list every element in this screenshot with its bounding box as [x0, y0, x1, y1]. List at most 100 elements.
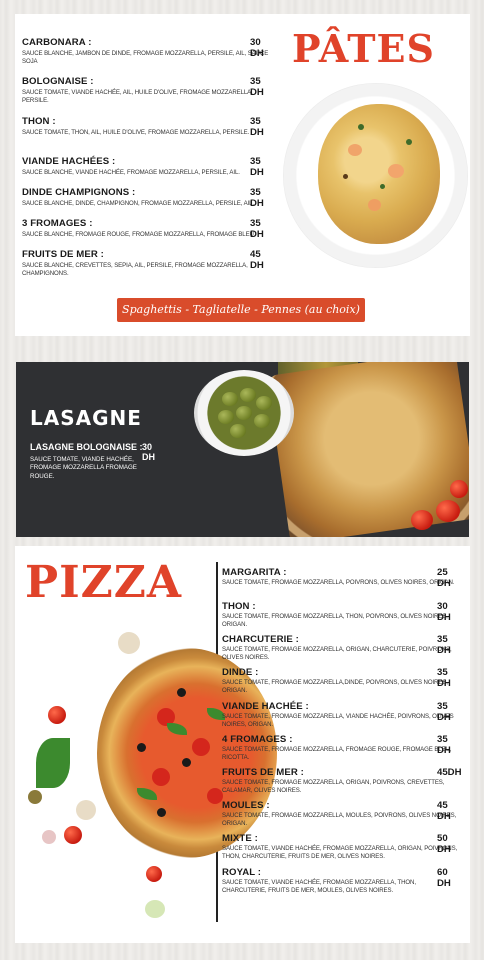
- item-name: THON :: [222, 601, 256, 612]
- item-price: 45DH: [437, 767, 462, 778]
- menu-item: MOULES : 45 DH SAUCE TOMATE, FROMAGE MOZ…: [222, 800, 460, 829]
- item-price: 35 DH: [250, 116, 264, 138]
- garlic-icon: [145, 900, 165, 918]
- item-desc: SAUCE TOMATE, FROMAGE MOZZARELLA, ORIGAN…: [222, 779, 445, 795]
- menu-item: MIXTE : 50 DH SAUCE TOMATE, VIANDE HACHÉ…: [222, 833, 460, 862]
- menu-item: 4 FROMAGES : 35 DH SAUCE TOMATE, FROMAGE…: [222, 734, 460, 763]
- item-desc: SAUCE TOMATE, VIANDE HACHÉE, FROMAGE MOZ…: [222, 845, 458, 861]
- item-price: 45 DH: [437, 800, 451, 822]
- tomato-slice: [192, 738, 210, 756]
- menu-item: THON : 35 DH SAUCE TOMATE, THON, AIL, HU…: [22, 116, 272, 138]
- olive-icon: [254, 414, 270, 428]
- menu-item: THON : 30 DH SAUCE TOMATE, FROMAGE MOZZA…: [222, 601, 460, 630]
- mushroom-icon: [118, 632, 140, 654]
- item-name: DINDE :: [222, 667, 259, 678]
- item-name: VIANDE HACHÉE :: [222, 701, 309, 712]
- menu-item: DINDE : 35 DH SAUCE TOMATE, FROMAGE MOZZ…: [222, 667, 460, 696]
- pasta-dish-image: [318, 104, 440, 244]
- item-desc: SAUCE TOMATE, THON, AIL, HUILE D'OLIVE, …: [22, 129, 250, 136]
- menu-item: FRUITS DE MER : 45DH SAUCE TOMATE, FROMA…: [222, 767, 462, 796]
- herb-piece: [406, 139, 412, 145]
- menu-item: ROYAL : 60 DH SAUCE TOMATE, VIANDE HACHÉ…: [222, 867, 460, 896]
- item-price: 30 DH: [250, 37, 264, 59]
- olive-icon: [256, 396, 272, 410]
- item-name: CARBONARA :: [22, 37, 92, 48]
- tomato-icon: [411, 510, 433, 530]
- item-desc: SAUCE TOMATE, FROMAGE MOZZARELLA, MOULES…: [222, 812, 457, 828]
- olive-icon: [236, 406, 252, 420]
- item-price: 35 DH: [437, 634, 451, 656]
- olive-icon: [240, 388, 256, 402]
- olive-bowl-image: [194, 370, 294, 456]
- olive-icon: [230, 424, 246, 438]
- pasta-choice-banner: Spaghettis - Tagliatelle - Pennes (au ch…: [117, 298, 365, 322]
- item-desc: SAUCE BLANCHE, JAMBON DE DINDE, FROMAGE …: [22, 50, 269, 66]
- menu-item: MARGARITA : 25 DH SAUCE TOMATE, FROMAGE …: [222, 567, 460, 589]
- item-name: 4 FROMAGES :: [222, 734, 293, 745]
- item-price: 35 DH: [437, 734, 451, 756]
- item-desc: SAUCE BLANCHE, DINDE, CHAMPIGNON, FROMAG…: [22, 200, 255, 207]
- menu-item: CHARCUTERIE : 35 DH SAUCE TOMATE, FROMAG…: [222, 634, 460, 663]
- cherry-tomato-icon: [146, 866, 162, 882]
- menu-item: VIANDE HACHÉE : 35 DH SAUCE TOMATE, FROM…: [222, 701, 460, 730]
- olive-icon: [28, 790, 42, 804]
- tomato-slice: [152, 768, 170, 786]
- olive-icon: [137, 743, 146, 752]
- mushroom-icon: [76, 800, 96, 820]
- lasagne-banner: LASAGNE LASAGNE BOLOGNAISE : 30 DH SAUCE…: [16, 362, 469, 537]
- basil-leaf-icon: [36, 738, 70, 788]
- olive-icon: [218, 410, 234, 424]
- item-price: 30 DH: [142, 442, 155, 462]
- item-desc: SAUCE TOMATE, FROMAGE MOZZARELLA, POIVRO…: [222, 579, 455, 586]
- menu-item: FRUITS DE MER : 45 DH SAUCE BLANCHE, CRE…: [22, 249, 272, 279]
- item-desc: SAUCE BLANCHE, CREVETTES, SEPIA, AIL, PE…: [22, 262, 248, 278]
- menu-item: 3 FROMAGES : 35 DH SAUCE BLANCHE, FROMAG…: [22, 218, 272, 240]
- item-desc: SAUCE TOMATE, VIANDE HACHÉE, FROMAGE MOZ…: [30, 456, 137, 480]
- item-price: 35 DH: [437, 701, 451, 723]
- basil-icon: [167, 723, 187, 735]
- item-name: LASAGNE BOLOGNAISE :: [30, 442, 143, 452]
- menu-item: VIANDE HACHÉES : 35 DH SAUCE BLANCHE, VI…: [22, 156, 272, 178]
- item-desc: SAUCE TOMATE, FROMAGE MOZZARELLA, VIANDE…: [222, 713, 454, 729]
- item-price: 35 DH: [250, 156, 264, 178]
- menu-item: BOLOGNAISE : 35 DH SAUCE TOMATE, VIANDE …: [22, 76, 272, 106]
- item-price: 35 DH: [250, 218, 264, 240]
- item-name: MIXTE :: [222, 833, 258, 844]
- cherry-tomato-icon: [64, 826, 82, 844]
- olive-icon: [157, 808, 166, 817]
- item-desc: SAUCE TOMATE, FROMAGE MOZZARELLA, FROMAG…: [222, 746, 452, 762]
- herb-piece: [358, 124, 364, 130]
- item-name: FRUITS DE MER :: [22, 249, 104, 260]
- pizza-title: PIZZA: [25, 557, 183, 608]
- item-price: 45 DH: [250, 249, 264, 271]
- item-name: 3 FROMAGES :: [22, 218, 93, 229]
- salmon-piece: [368, 199, 381, 211]
- item-desc: SAUCE BLANCHE, VIANDE HACHÉE, FROMAGE MO…: [22, 169, 240, 176]
- item-name: BOLOGNAISE :: [22, 76, 94, 87]
- item-desc: SAUCE TOMATE, VIANDE HACHÉE, FROMAGE MOZ…: [222, 879, 416, 895]
- olive-icon: [222, 392, 238, 406]
- herb-piece: [380, 184, 385, 189]
- item-desc: SAUCE TOMATE, VIANDE HACHÉE, AIL, HUILE …: [22, 89, 253, 105]
- salmon-piece: [348, 144, 362, 156]
- item-name: THON :: [22, 116, 56, 127]
- item-name: FRUITS DE MER :: [222, 767, 304, 778]
- tomato-slice: [207, 788, 223, 804]
- item-name: VIANDE HACHÉES :: [22, 156, 116, 167]
- garlic-icon: [42, 830, 56, 844]
- item-price: 30 DH: [437, 601, 451, 623]
- item-price: 25 DH: [437, 567, 451, 589]
- item-price: 35 DH: [250, 187, 264, 209]
- olive-icon: [177, 688, 186, 697]
- tomato-icon: [436, 500, 460, 522]
- tomato-icon: [450, 480, 468, 498]
- item-name: ROYAL :: [222, 867, 262, 878]
- item-price: 60 DH: [437, 867, 451, 889]
- lasagne-title: LASAGNE: [30, 406, 142, 430]
- item-name: CHARCUTERIE :: [222, 634, 299, 645]
- item-desc: SAUCE TOMATE, FROMAGE MOZZARELLA, THON, …: [222, 613, 448, 629]
- olive-icon: [182, 758, 191, 767]
- item-name: MOULES :: [222, 800, 270, 811]
- item-price: 35 DH: [250, 76, 264, 98]
- cherry-tomato-icon: [48, 706, 66, 724]
